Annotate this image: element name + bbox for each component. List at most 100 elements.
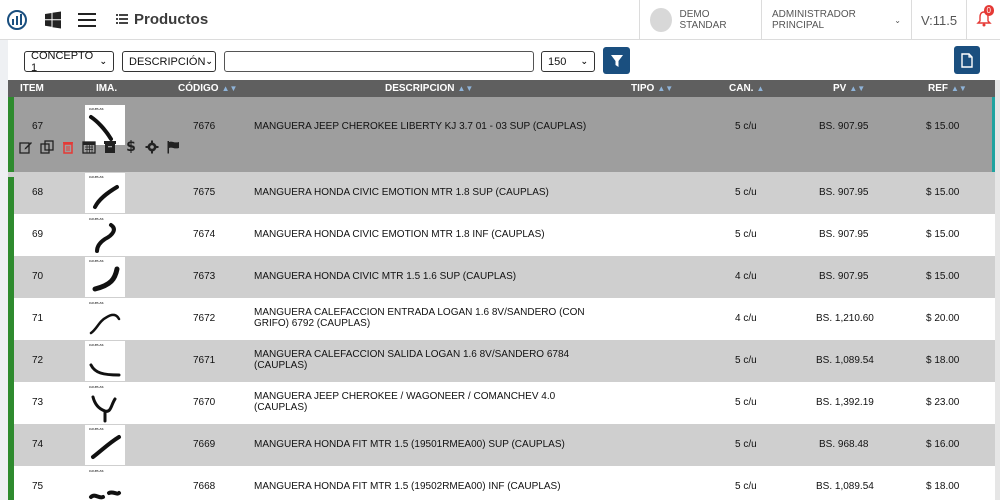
product-thumbnail[interactable]: CAUPLAS: [85, 341, 125, 381]
table-row[interactable]: 70 CAUPLAS 7673 MANGUERA HONDA CIVIC MTR…: [8, 256, 995, 298]
windows-icon[interactable]: [38, 0, 68, 40]
company-selector[interactable]: DEMO STANDAR: [639, 0, 761, 40]
page-title: Productos: [116, 11, 208, 28]
row-qty: 5 c/u: [735, 229, 757, 240]
row-ref: $ 15.00: [926, 121, 960, 132]
filter-bar: CONCEPTO 1 ⌄ DESCRIPCIÓN ⌄ 150 ⌄: [8, 40, 1000, 80]
list-lines-icon: [116, 12, 128, 27]
table-row[interactable]: 68 CAUPLAS 7675 MANGUERA HONDA CIVIC EMO…: [8, 172, 995, 214]
row-description: MANGUERA JEEP CHEROKEE LIBERTY KJ 3.7 01…: [254, 121, 587, 132]
table-row[interactable]: 73 CAUPLAS 7670 MANGUERA JEEP CHEROKEE /…: [8, 382, 995, 424]
col-ref[interactable]: REF ▲▼: [928, 80, 967, 97]
row-pv: BS. 907.95: [819, 271, 869, 282]
table-row[interactable]: 71 CAUPLAS 7672 MANGUERA CALEFACCION ENT…: [8, 298, 995, 340]
row-item: 67: [32, 121, 44, 132]
company-avatar: [650, 8, 672, 32]
page-title-text: Productos: [134, 11, 209, 28]
product-thumbnail[interactable]: CAUPLAS: [85, 467, 125, 500]
page-size-value: 150: [548, 55, 567, 68]
status-indicator: [8, 177, 14, 500]
row-code: 7668: [193, 481, 216, 492]
table-row[interactable]: 75 CAUPLAS 7668 MANGUERA HONDA FIT MTR 1…: [8, 466, 995, 500]
row-item: 68: [32, 187, 44, 198]
file-icon: [961, 52, 973, 68]
table-row[interactable]: 74 CAUPLAS 7669 MANGUERA HONDA FIT MTR 1…: [8, 424, 995, 466]
row-item: 72: [32, 355, 44, 366]
col-item[interactable]: ITEM: [20, 80, 44, 97]
table-header: ITEM IMA. CÓDIGO ▲▼ DESCRIPCION ▲▼ TIPO ▲▼ …: [8, 80, 995, 97]
row-ref: $ 15.00: [926, 229, 960, 240]
copy-icon[interactable]: [39, 139, 55, 155]
product-thumbnail[interactable]: CAUPLAS: [85, 173, 125, 213]
row-item: 71: [32, 313, 44, 324]
calendar-icon[interactable]: [81, 139, 97, 155]
row-qty: 4 c/u: [735, 313, 757, 324]
row-item: 70: [32, 271, 44, 282]
export-pdf-button[interactable]: [954, 46, 980, 74]
product-thumbnail[interactable]: CAUPLAS: [85, 383, 125, 423]
user-menu[interactable]: ADMINISTRADOR PRINCIPAL ⌄: [761, 0, 911, 40]
chevron-down-icon: ⌄: [205, 56, 213, 66]
col-image: IMA.: [96, 83, 118, 94]
funnel-icon: [610, 54, 623, 67]
row-ref: $ 15.00: [926, 271, 960, 282]
row-ref: $ 18.00: [926, 355, 960, 366]
chevron-down-icon: ⌄: [99, 56, 107, 66]
edit-icon[interactable]: [18, 139, 34, 155]
notification-count: 0: [983, 4, 994, 16]
row-qty: 5 c/u: [735, 397, 757, 408]
row-pv: BS. 907.95: [819, 229, 869, 240]
chevron-down-icon: ⌄: [894, 15, 901, 25]
field-select-value: DESCRIPCIÓN: [129, 55, 206, 68]
trash-icon[interactable]: [60, 139, 76, 155]
col-pv[interactable]: PV ▲▼: [833, 80, 865, 97]
chevron-down-icon: ⌄: [580, 56, 588, 66]
table-row[interactable]: 67 CAUPLAS 7676 MANGUERA JEEP CHEROKEE L…: [8, 97, 995, 172]
menu-hamburger-icon[interactable]: [72, 0, 102, 40]
page-size-select[interactable]: 150 ⌄: [541, 51, 595, 72]
row-pv: BS. 968.48: [819, 439, 869, 450]
row-description: MANGUERA HONDA FIT MTR 1.5 (19501RMEA00)…: [254, 439, 565, 450]
col-description[interactable]: DESCRIPCION ▲▼: [385, 80, 473, 97]
filter-button[interactable]: [603, 47, 630, 74]
product-thumbnail[interactable]: CAUPLAS: [85, 425, 125, 465]
col-qty[interactable]: CAN. ▲: [729, 80, 764, 97]
row-code: 7672: [193, 313, 216, 324]
row-code: 7675: [193, 187, 216, 198]
row-description: MANGUERA HONDA CIVIC MTR 1.5 1.6 SUP (CA…: [254, 271, 517, 282]
row-qty: 5 c/u: [735, 481, 757, 492]
vertical-scrollbar[interactable]: [995, 80, 1000, 500]
product-thumbnail[interactable]: CAUPLAS: [85, 257, 125, 297]
row-qty: 5 c/u: [735, 439, 757, 450]
gear-icon[interactable]: [144, 139, 160, 155]
field-select[interactable]: DESCRIPCIÓN ⌄: [122, 51, 216, 72]
col-type[interactable]: TIPO ▲▼: [631, 80, 673, 97]
bell-icon: 0: [975, 4, 994, 30]
concept-select-value: CONCEPTO 1: [31, 49, 94, 74]
row-item: 73: [32, 397, 44, 408]
version-label: V:11.5: [911, 0, 966, 40]
top-bar-right: DEMO STANDAR ADMINISTRADOR PRINCIPAL ⌄ V…: [639, 0, 1000, 40]
sort-icon: ▲▼: [221, 84, 238, 93]
table-row[interactable]: 69 CAUPLAS 7674 MANGUERA HONDA CIVIC EMO…: [8, 214, 995, 256]
row-description: MANGUERA HONDA FIT MTR 1.5 (19502RMEA00)…: [254, 481, 561, 492]
user-name: ADMINISTRADOR PRINCIPAL: [772, 9, 856, 31]
search-input[interactable]: [224, 51, 534, 72]
archive-icon[interactable]: [102, 139, 118, 155]
row-code: 7676: [193, 121, 216, 132]
company-name: DEMO STANDAR: [679, 9, 727, 31]
row-description: MANGUERA CALEFACCION ENTRADA LOGAN 1.6 8…: [254, 307, 585, 329]
table-row[interactable]: 72 CAUPLAS 7671 MANGUERA CALEFACCION SAL…: [8, 340, 995, 382]
dollar-icon[interactable]: $: [123, 139, 139, 155]
product-thumbnail[interactable]: CAUPLAS: [85, 299, 125, 339]
row-pv: BS. 907.95: [819, 187, 869, 198]
status-indicator: [8, 97, 14, 172]
flag-icon[interactable]: [165, 139, 181, 155]
product-thumbnail[interactable]: CAUPLAS: [85, 215, 125, 255]
row-code: 7673: [193, 271, 216, 282]
dashboard-gauge-icon[interactable]: [2, 0, 32, 40]
row-item: 69: [32, 229, 44, 240]
col-code[interactable]: CÓDIGO ▲▼: [178, 80, 237, 97]
concept-select[interactable]: CONCEPTO 1 ⌄: [24, 49, 114, 74]
notifications-button[interactable]: 0: [966, 0, 1000, 40]
